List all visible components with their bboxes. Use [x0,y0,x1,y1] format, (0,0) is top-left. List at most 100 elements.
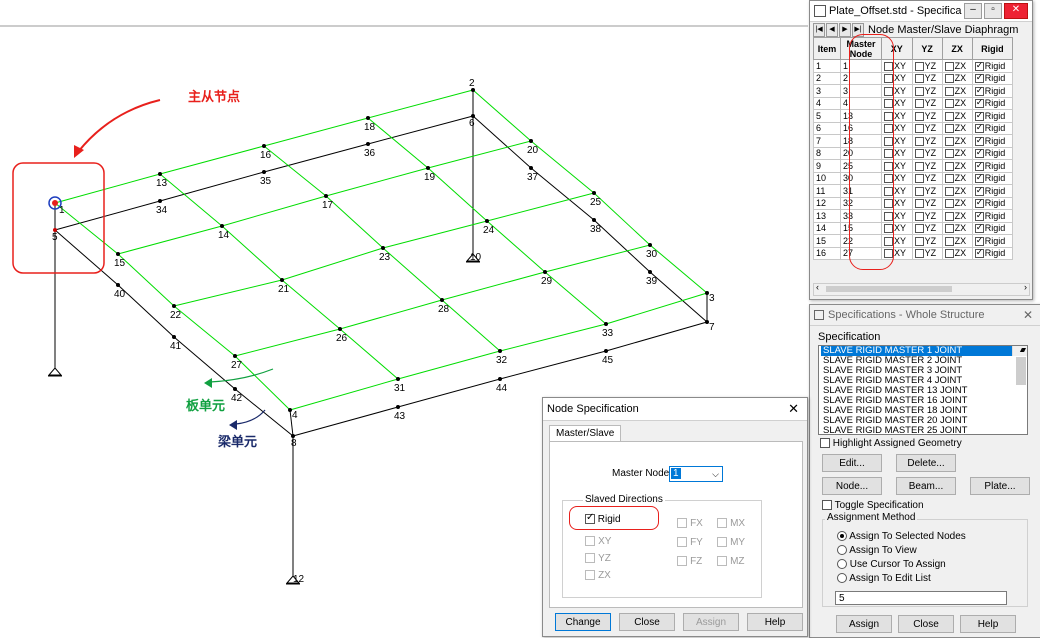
zx-checkbox[interactable] [944,224,954,234]
node-point[interactable] [498,349,502,353]
plate-edge[interactable] [593,192,651,246]
specification-list[interactable]: SLAVE RIGID MASTER 1 JOINT SLAVE RIGID MA… [818,345,1028,435]
row-rigid[interactable]: Rigid [971,134,1014,148]
row-yz[interactable]: YZ [911,84,943,98]
row-item[interactable]: 16 [813,246,841,260]
zx-checkbox[interactable] [944,74,954,84]
rigid-checkbox[interactable] [974,222,984,234]
node-point[interactable] [220,224,224,228]
zx-checkbox[interactable] [944,111,954,121]
row-item[interactable]: 10 [813,171,841,185]
toggle-spec-option[interactable]: Toggle Specification [822,500,924,511]
direction-checkbox[interactable] [717,537,727,548]
yz-checkbox[interactable] [914,86,924,96]
plate-edge[interactable] [263,145,327,197]
yz-checkbox[interactable] [914,136,924,146]
row-item[interactable]: 6 [813,121,841,135]
zx-checkbox[interactable] [944,211,954,221]
beam-button[interactable]: Beam... [896,477,956,495]
rigid-checkbox[interactable] [974,135,984,146]
rigid-checkbox[interactable] [974,210,984,221]
table-row[interactable]: 1030XYYZZXRigid [813,171,1014,185]
table-row[interactable]: 1627XYYZZXRigid [813,246,1014,260]
plate-edge[interactable] [427,167,488,222]
row-yz[interactable]: YZ [911,96,943,110]
zx-checkbox[interactable] [944,236,954,246]
highlight-geometry-checkbox[interactable] [820,438,830,449]
row-rigid[interactable]: Rigid [971,196,1014,210]
row-zx[interactable]: ZX [941,146,973,160]
col-yz[interactable]: YZ [911,37,943,60]
scroll-left-icon[interactable]: ‹ [816,282,819,292]
node-point[interactable] [498,377,502,381]
plate-edge[interactable] [530,140,595,194]
rigid-checkbox[interactable] [974,122,984,134]
yz-checkbox[interactable] [914,199,924,209]
node-point[interactable] [604,349,608,353]
plate-edge[interactable] [159,145,265,175]
beam-member[interactable] [234,388,294,437]
beam-member[interactable] [54,229,119,286]
zx-checkbox[interactable] [944,99,954,109]
node-dialog-titlebar[interactable]: Node Specification ✕ [543,398,807,421]
direction-option[interactable]: MY [717,533,745,552]
node-specification-dialog[interactable]: Node Specification ✕ Master/Slave Master… [542,397,808,637]
yz-checkbox[interactable] [914,149,924,159]
node-point[interactable] [116,283,120,287]
plate-button[interactable]: Plate... [970,477,1030,495]
row-rigid[interactable]: Rigid [971,121,1014,135]
dialog-close-icon[interactable]: ✕ [788,401,799,417]
zx-checkbox[interactable] [944,249,954,259]
direction-option[interactable]: XY [585,533,611,550]
node-point[interactable] [592,191,596,195]
beam-member[interactable] [530,167,595,221]
edit-list-input[interactable]: 5 [835,591,1007,605]
master-slave-table-window[interactable]: Plate_Offset.std - Specifica... – ▫ ✕ |◀… [809,0,1033,300]
yz-checkbox[interactable] [914,124,924,134]
row-zx[interactable]: ZX [941,84,973,98]
plate-edge[interactable] [544,271,607,325]
direction-checkbox[interactable] [717,556,727,567]
plate-edge[interactable] [499,323,607,352]
row-rigid[interactable]: Rigid [971,159,1014,173]
node-point[interactable] [158,199,162,203]
zx-checkbox[interactable] [944,199,954,209]
node-point[interactable] [366,142,370,146]
table-row[interactable]: 718XYYZZXRigid [813,134,1014,148]
plate-edge[interactable] [441,299,501,352]
beam-member[interactable] [117,284,175,338]
row-rigid[interactable]: Rigid [971,109,1014,123]
radio-use-cursor[interactable]: Use Cursor To Assign [837,558,966,572]
plate-edge[interactable] [382,247,443,301]
close-button[interactable]: Close [898,615,954,633]
row-item[interactable]: 14 [813,221,841,235]
minimize-icon[interactable]: – [964,3,982,19]
spec-panel-titlebar[interactable]: Specifications - Whole Structure ✕ [810,305,1040,326]
radio-selected-nodes[interactable]: Assign To Selected Nodes [837,530,966,544]
row-rigid[interactable]: Rigid [971,96,1014,110]
zx-checkbox[interactable] [944,174,954,184]
row-yz[interactable]: YZ [911,196,943,210]
node-point[interactable] [338,327,342,331]
rigid-checkbox[interactable] [974,160,984,171]
direction-checkbox[interactable] [677,556,687,567]
rigid-checkbox[interactable] [974,197,984,209]
plate-edge[interactable] [221,195,327,227]
yz-checkbox[interactable] [914,224,924,234]
col-item[interactable]: Item [813,37,841,60]
plate-edge[interactable] [472,89,532,142]
row-rigid[interactable]: Rigid [971,209,1014,223]
yz-checkbox[interactable] [914,186,924,196]
node-point[interactable] [592,218,596,222]
yz-checkbox[interactable] [914,111,924,121]
master-slave-table[interactable]: Item Master Node XY YZ ZX Rigid 1 1 XY YZ ZX… [813,37,1014,260]
spec-whole-structure-panel[interactable]: Specifications - Whole Structure ✕ Speci… [809,304,1040,638]
row-rigid[interactable]: Rigid [971,71,1014,85]
table-row[interactable]: 1522XYYZZXRigid [813,234,1014,248]
plate-edge[interactable] [117,225,223,255]
row-yz[interactable]: YZ [911,221,943,235]
table-row[interactable]: 616XYYZZXRigid [813,121,1014,135]
row-rigid[interactable]: Rigid [971,171,1014,185]
row-rigid[interactable]: Rigid [971,184,1014,198]
plate-edge[interactable] [221,225,283,281]
